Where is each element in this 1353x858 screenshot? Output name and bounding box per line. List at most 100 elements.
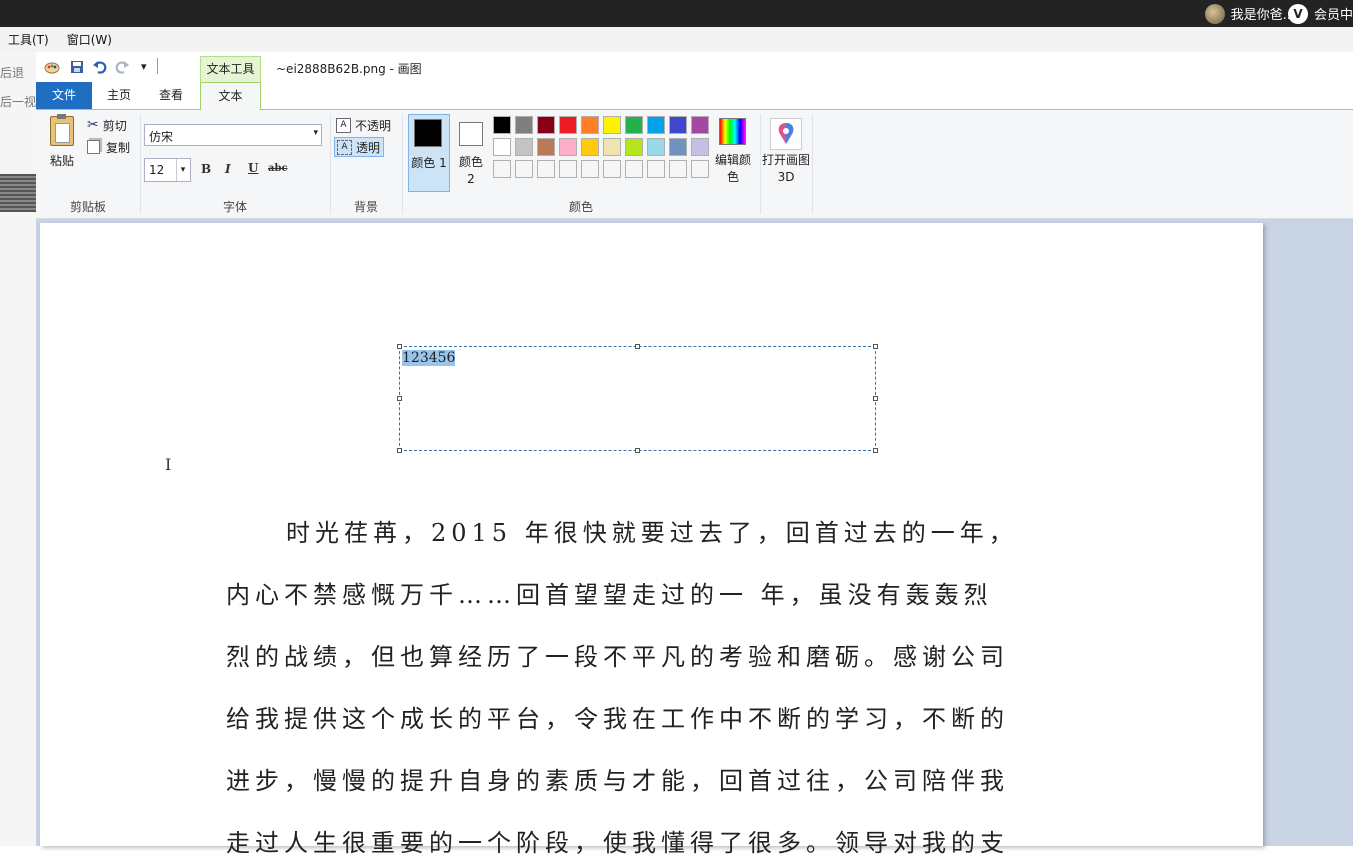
paint-app-icon[interactable] [44, 59, 60, 75]
strikethrough-button[interactable]: abc [268, 163, 288, 174]
color-swatch[interactable] [691, 138, 709, 156]
menu-tools[interactable]: 工具(T) [8, 31, 49, 48]
color-swatch[interactable] [603, 138, 621, 156]
paragraph-line: 烈的战绩，但也算经历了一段不平凡的考验和磨砺。感谢公司 [226, 643, 1009, 671]
edit-colors-label: 编辑颜色 [714, 153, 751, 184]
open-paint3d-button[interactable]: 打开画图 3D [762, 116, 810, 192]
text-box[interactable]: 123456 [399, 346, 876, 451]
empty-color-slot[interactable] [603, 160, 621, 178]
color-swatch[interactable] [559, 116, 577, 134]
color-swatch[interactable] [559, 138, 577, 156]
color-swatch[interactable] [691, 116, 709, 134]
back-label[interactable]: 后退 [0, 64, 24, 81]
undo-icon[interactable] [92, 59, 108, 78]
resize-handle[interactable] [873, 448, 878, 453]
resize-handle[interactable] [397, 396, 402, 401]
paragraph-line: 时光荏苒，2015 年很快就要过去了，回首过去的一年， [286, 519, 1018, 547]
color-swatch[interactable] [515, 138, 533, 156]
clipboard-icon [50, 114, 74, 146]
group-divider [812, 114, 813, 214]
empty-color-slot[interactable] [537, 160, 555, 178]
resize-handle[interactable] [873, 396, 878, 401]
empty-color-slot[interactable] [581, 160, 599, 178]
color1-swatch [414, 119, 442, 147]
text-box-content[interactable]: 123456 [402, 350, 456, 366]
empty-color-slot[interactable] [625, 160, 643, 178]
cut-button[interactable]: ✂ 剪切 [87, 116, 127, 134]
color-swatch[interactable] [625, 138, 643, 156]
font-family-value: 仿宋 [149, 130, 174, 144]
resize-handle[interactable] [397, 344, 402, 349]
color2-button[interactable]: 颜色 2 [454, 114, 488, 192]
redo-icon[interactable] [114, 59, 130, 78]
drawing-canvas[interactable]: 123456 I 时光荏苒，2015 年很快就要过去了，回首过去的一年， 内心不… [40, 223, 1263, 857]
color-swatch[interactable] [581, 116, 599, 134]
user-name: 我是你爸... [1230, 8, 1295, 23]
chevron-down-icon: ▾ [176, 159, 189, 181]
transparent-icon: A [337, 139, 352, 155]
paragraph-line: 给我提供这个成长的平台，令我在工作中不断的学习，不断的 [226, 705, 1009, 733]
resize-handle[interactable] [635, 448, 640, 453]
color-swatch[interactable] [581, 138, 599, 156]
background-group-label: 背景 [353, 200, 378, 214]
empty-color-slot[interactable] [493, 160, 511, 178]
underline-button[interactable]: U [248, 161, 258, 175]
tab-view[interactable]: 查看 [146, 82, 196, 109]
paste-button[interactable]: 粘贴 [44, 114, 80, 170]
vip-badge[interactable]: V 会员中 [1287, 0, 1353, 27]
opaque-icon: A [336, 117, 351, 133]
user-account[interactable]: 我是你爸... [1204, 0, 1295, 27]
empty-color-slot[interactable] [669, 160, 687, 178]
tab-file[interactable]: 文件 [36, 82, 92, 109]
system-top-bar: 我是你爸... V 会员中 [0, 0, 1353, 27]
color-swatch[interactable] [647, 138, 665, 156]
resize-handle[interactable] [635, 344, 640, 349]
color-swatch[interactable] [669, 116, 687, 134]
resize-handle[interactable] [397, 448, 402, 453]
color-swatch[interactable] [603, 116, 621, 134]
qat-separator [157, 58, 158, 74]
paint-window: ▾ 文本工具 ~ei2888B62B.png - 画图 文件 主页 查看 文本 … [36, 52, 1353, 857]
bold-button[interactable]: B [201, 162, 211, 176]
ribbon-tabs: 文件 主页 查看 文本 [36, 82, 1353, 110]
paste-label: 粘贴 [50, 154, 75, 168]
italic-button[interactable]: I [225, 162, 231, 176]
color1-button[interactable]: 颜色 1 [408, 114, 450, 192]
color-swatch[interactable] [669, 138, 687, 156]
cut-label: 剪切 [102, 118, 127, 133]
thumbnail-strip [0, 174, 36, 212]
colors-group-label: 颜色 [568, 200, 593, 214]
resize-handle[interactable] [873, 344, 878, 349]
text-cursor-icon: I [165, 455, 172, 474]
canvas-area: 123456 I 时光荏苒，2015 年很快就要过去了，回首过去的一年， 内心不… [36, 219, 1353, 857]
menu-window[interactable]: 窗口(W) [67, 31, 112, 48]
save-icon[interactable] [70, 60, 84, 77]
color-swatch[interactable] [493, 138, 511, 156]
color-swatch[interactable] [625, 116, 643, 134]
paragraph-line: 走过人生很重要的一个阶段，使我懂得了很多。领导对我的支 [226, 829, 1009, 857]
empty-color-slot[interactable] [647, 160, 665, 178]
transparent-button[interactable]: A 透明 [334, 137, 384, 157]
opaque-button[interactable]: A 不透明 [336, 116, 391, 134]
color-swatch[interactable] [537, 116, 555, 134]
paragraph-line: 内心不禁感慨万千……回首望望走过的一 年，虽没有轰轰烈 [226, 581, 993, 609]
font-size-value: 12 [149, 163, 165, 177]
empty-color-slot[interactable] [691, 160, 709, 178]
edit-colors-button[interactable]: 编辑颜色 [714, 116, 751, 192]
color-swatch[interactable] [493, 116, 511, 134]
font-group-label: 字体 [222, 200, 247, 214]
color-swatch[interactable] [515, 116, 533, 134]
tab-home[interactable]: 主页 [94, 82, 144, 109]
empty-color-slot[interactable] [559, 160, 577, 178]
color-swatch[interactable] [647, 116, 665, 134]
copy-button[interactable]: 复制 [87, 138, 130, 156]
font-size-select[interactable]: 12 ▾ [144, 158, 191, 182]
empty-color-slot[interactable] [515, 160, 533, 178]
tab-text[interactable]: 文本 [200, 82, 261, 110]
font-family-select[interactable]: 仿宋 ▾ [144, 124, 322, 146]
color-swatch[interactable] [537, 138, 555, 156]
outer-menubar: 工具(T) 窗口(W) [0, 27, 1353, 53]
clipboard-group-label: 剪贴板 [69, 200, 106, 214]
customize-qat-icon[interactable]: ▾ [141, 60, 147, 73]
avatar [1204, 3, 1225, 24]
